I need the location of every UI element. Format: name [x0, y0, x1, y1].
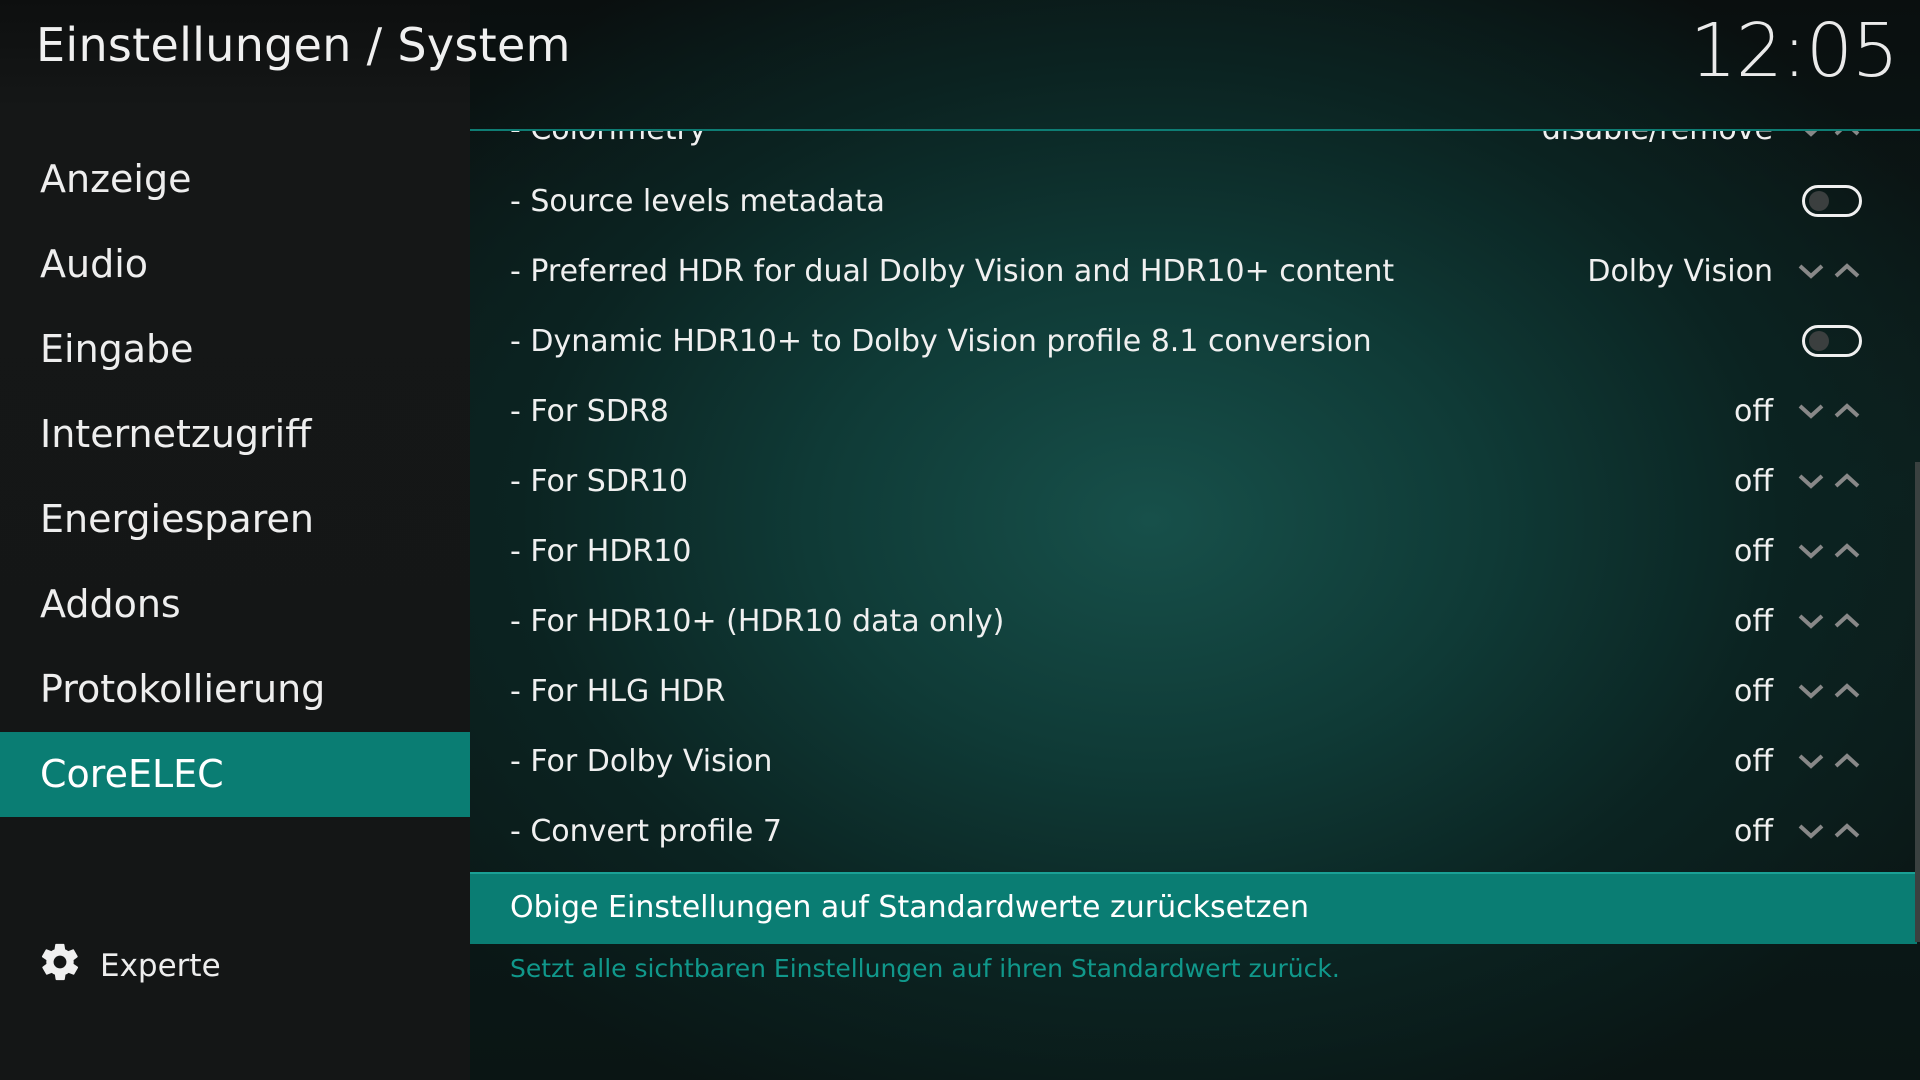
toggle-switch[interactable]	[1802, 185, 1862, 217]
chevron-up-icon[interactable]	[1832, 611, 1862, 631]
setting-row-convert-profile-7[interactable]: - Convert profile 7 off	[470, 796, 1910, 866]
chevron-up-icon[interactable]	[1832, 401, 1862, 421]
value-spinner	[1796, 821, 1862, 841]
setting-value: off	[1733, 603, 1773, 639]
settings-panel: - Colorimetry disable/remove - Source le…	[470, 0, 1920, 1080]
sidebar-menu: Anzeige Audio Eingabe Internetzugriff En…	[0, 137, 470, 817]
setting-row-colorimetry[interactable]: - Colorimetry disable/remove	[470, 131, 1910, 164]
setting-row-for-sdr8[interactable]: - For SDR8 off	[470, 376, 1910, 446]
setting-value: Dolby Vision	[1587, 253, 1773, 289]
setting-label: - For SDR8	[510, 393, 669, 429]
sidebar-item-anzeige[interactable]: Anzeige	[0, 137, 470, 222]
setting-row-source-levels-metadata[interactable]: - Source levels metadata	[470, 166, 1910, 236]
setting-value: off	[1733, 463, 1773, 499]
settings-level-label: Experte	[100, 948, 221, 984]
sidebar-item-internetzugriff[interactable]: Internetzugriff	[0, 392, 470, 477]
setting-row-preferred-hdr[interactable]: - Preferred HDR for dual Dolby Vision an…	[470, 236, 1910, 306]
setting-label: - Preferred HDR for dual Dolby Vision an…	[510, 253, 1395, 289]
chevron-down-icon[interactable]	[1796, 471, 1826, 491]
chevron-down-icon[interactable]	[1796, 821, 1826, 841]
value-spinner	[1796, 131, 1862, 139]
reset-defaults-button[interactable]: Obige Einstellungen auf Standardwerte zu…	[470, 872, 1917, 944]
chevron-up-icon[interactable]	[1832, 821, 1862, 841]
setting-row-for-hlg-hdr[interactable]: - For HLG HDR off	[470, 656, 1910, 726]
sidebar-item-audio[interactable]: Audio	[0, 222, 470, 307]
chevron-down-icon[interactable]	[1796, 401, 1826, 421]
toggle-knob	[1809, 191, 1829, 211]
value-spinner	[1796, 541, 1862, 561]
value-spinner	[1796, 401, 1862, 421]
chevron-down-icon[interactable]	[1796, 261, 1826, 281]
sidebar-item-eingabe[interactable]: Eingabe	[0, 307, 470, 392]
value-spinner	[1796, 681, 1862, 701]
settings-level-button[interactable]: Experte	[38, 940, 221, 992]
scrollbar[interactable]	[1915, 462, 1920, 942]
toggle-switch[interactable]	[1802, 325, 1862, 357]
settings-window: Anzeige Audio Eingabe Internetzugriff En…	[0, 0, 1920, 1080]
chevron-up-icon[interactable]	[1832, 131, 1862, 139]
chevron-up-icon[interactable]	[1832, 261, 1862, 281]
chevron-up-icon[interactable]	[1832, 681, 1862, 701]
setting-value: off	[1733, 533, 1773, 569]
setting-value: disable/remove	[1542, 131, 1773, 147]
setting-label: - For HDR10	[510, 533, 692, 569]
setting-row-for-sdr10[interactable]: - For SDR10 off	[470, 446, 1910, 516]
chevron-down-icon[interactable]	[1796, 611, 1826, 631]
setting-label: - For HLG HDR	[510, 673, 726, 709]
sidebar: Anzeige Audio Eingabe Internetzugriff En…	[0, 0, 470, 1080]
setting-label: - For SDR10	[510, 463, 688, 499]
setting-label: - For HDR10+ (HDR10 data only)	[510, 603, 1005, 639]
settings-list: - Colorimetry disable/remove - Source le…	[470, 131, 1920, 871]
sidebar-item-protokollierung[interactable]: Protokollierung	[0, 647, 470, 732]
setting-row-dynamic-hdr10plus-conversion[interactable]: - Dynamic HDR10+ to Dolby Vision profile…	[470, 306, 1910, 376]
setting-value: off	[1733, 743, 1773, 779]
sidebar-item-coreelec[interactable]: CoreELEC	[0, 732, 470, 817]
value-spinner	[1796, 261, 1862, 281]
setting-row-for-hdr10[interactable]: - For HDR10 off	[470, 516, 1910, 586]
setting-label: - Source levels metadata	[510, 183, 885, 219]
setting-description: Setzt alle sichtbaren Einstellungen auf …	[510, 954, 1340, 983]
value-spinner	[1796, 471, 1862, 491]
sidebar-item-energiesparen[interactable]: Energiesparen	[0, 477, 470, 562]
chevron-down-icon[interactable]	[1796, 751, 1826, 771]
chevron-up-icon[interactable]	[1832, 751, 1862, 771]
setting-label: - For Dolby Vision	[510, 743, 773, 779]
setting-row-for-hdr10plus[interactable]: - For HDR10+ (HDR10 data only) off	[470, 586, 1910, 656]
setting-label: - Convert profile 7	[510, 813, 782, 849]
setting-value: off	[1733, 813, 1773, 849]
setting-label: - Dynamic HDR10+ to Dolby Vision profile…	[510, 323, 1372, 359]
reset-defaults-label: Obige Einstellungen auf Standardwerte zu…	[510, 890, 1310, 925]
chevron-up-icon[interactable]	[1832, 541, 1862, 561]
value-spinner	[1796, 751, 1862, 771]
sidebar-item-addons[interactable]: Addons	[0, 562, 470, 647]
toggle-knob	[1809, 331, 1829, 351]
chevron-down-icon[interactable]	[1796, 681, 1826, 701]
chevron-down-icon[interactable]	[1796, 131, 1826, 139]
value-spinner	[1796, 611, 1862, 631]
setting-label: - Colorimetry	[510, 131, 707, 147]
chevron-down-icon[interactable]	[1796, 541, 1826, 561]
setting-value: off	[1733, 673, 1773, 709]
chevron-up-icon[interactable]	[1832, 471, 1862, 491]
gear-icon	[38, 940, 100, 992]
setting-row-for-dolby-vision[interactable]: - For Dolby Vision off	[470, 726, 1910, 796]
setting-value: off	[1733, 393, 1773, 429]
